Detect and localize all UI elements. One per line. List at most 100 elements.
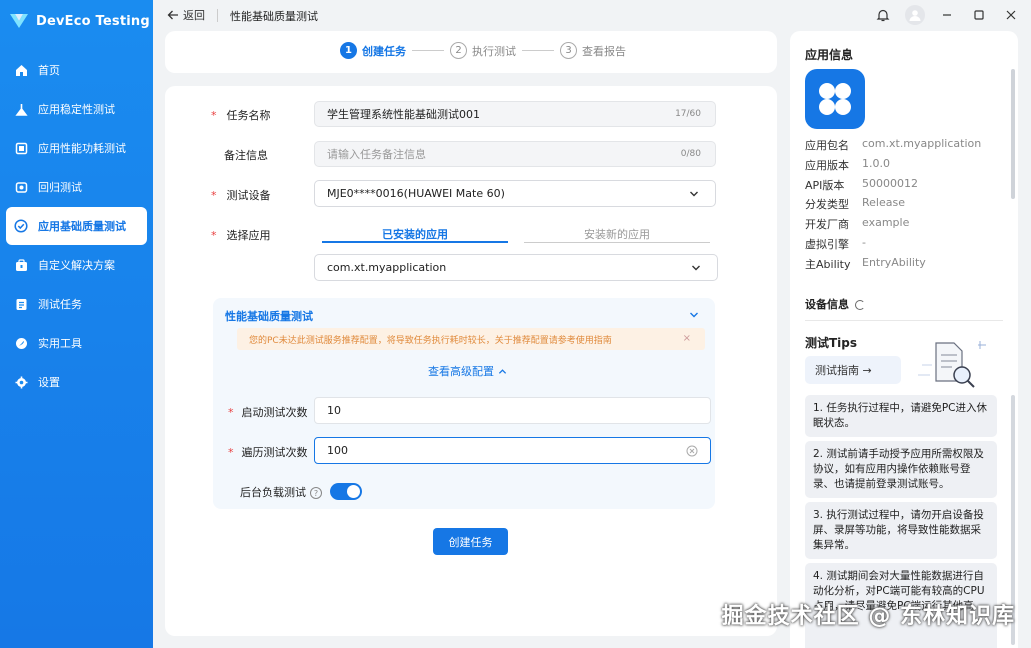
- label-text: 选择应用: [226, 229, 271, 242]
- sidebar-item-label: 回归测试: [38, 181, 82, 194]
- window-controls: [873, 5, 1021, 25]
- home-icon: [14, 63, 28, 77]
- info-row-vendor: 开发厂商 example: [805, 216, 909, 232]
- clover-icon: [819, 83, 851, 115]
- info-row-engine: 虚拟引擎 -: [805, 236, 866, 252]
- maximize-button[interactable]: [969, 5, 989, 25]
- label-text: 测试设备: [226, 189, 271, 202]
- tab-indicator: [524, 242, 710, 243]
- device-info-label: 设备信息: [805, 298, 849, 311]
- test-guide-button[interactable]: 测试指南 →: [805, 356, 901, 384]
- sidebar-item-quality[interactable]: 应用基础质量测试: [6, 207, 147, 245]
- sidebar-item-custom[interactable]: 自定义解决方案: [6, 246, 147, 284]
- minimize-button[interactable]: [937, 5, 957, 25]
- traverse-count-input[interactable]: 100: [314, 437, 711, 464]
- sidebar-item-stability[interactable]: 应用稳定性测试: [6, 90, 147, 128]
- info-row-package: 应用包名 com.xt.myapplication: [805, 137, 981, 153]
- maximize-icon: [974, 10, 984, 20]
- warning-text: 您的PC未达此测试服务推荐配置，将导致任务执行耗时较长，关于推荐配置请参考使用指…: [249, 335, 612, 346]
- info-value: 50000012: [862, 177, 918, 190]
- step-label: 执行测试: [472, 44, 516, 58]
- regression-icon: [14, 180, 28, 194]
- sidebar-item-label: 应用基础质量测试: [38, 220, 126, 233]
- back-button[interactable]: 返回: [167, 7, 205, 23]
- clear-icon[interactable]: [686, 445, 698, 457]
- app-info-title: 应用信息: [805, 48, 854, 62]
- app-select[interactable]: com.xt.myapplication: [314, 254, 718, 281]
- app-info-panel: 应用信息 应用包名 com.xt.myapplication 应用版本 1.0.0 …: [790, 31, 1018, 648]
- step-execute: 2 执行测试: [450, 42, 516, 59]
- label-text: 任务名称: [226, 109, 271, 122]
- tip-item: 1. 任务执行过程中，请避免PC进入休眠状态。: [805, 395, 997, 437]
- info-key: 开发厂商: [805, 218, 849, 231]
- stepper: 1 创建任务 2 执行测试 3 查看报告: [340, 42, 626, 59]
- info-key: 应用版本: [805, 159, 849, 172]
- remark-input[interactable]: 请输入任务备注信息 0/80: [314, 141, 716, 167]
- tip-item: 3. 执行测试过程中，请勿开启设备投屏、录屏等功能，将导致性能数据采集异常。: [805, 502, 997, 559]
- settings-icon: [14, 375, 28, 389]
- info-key: 主Ability: [805, 258, 851, 271]
- step-label: 查看报告: [582, 44, 626, 58]
- task-name-input[interactable]: 学生管理系统性能基础测试001 17/60: [314, 101, 716, 127]
- sidebar-item-label: 测试任务: [38, 298, 82, 311]
- traverse-count-label: * 遍历测试次数: [228, 444, 308, 460]
- remark-label: 备注信息: [224, 149, 268, 162]
- back-label: 返回: [183, 9, 205, 22]
- info-row-ability: 主Ability EntryAbility: [805, 256, 926, 272]
- sidebar-item-tasks[interactable]: 测试任务: [6, 285, 147, 323]
- sidebar-item-settings[interactable]: 设置: [6, 363, 147, 401]
- step-label: 创建任务: [362, 44, 406, 58]
- sidebar-item-home[interactable]: 首页: [6, 51, 147, 89]
- task-icon: [14, 297, 28, 311]
- device-value: MJE0****0016(HUAWEI Mate 60): [327, 187, 505, 200]
- traverse-count-value: 100: [327, 444, 348, 457]
- deveco-logo-icon: [10, 14, 28, 28]
- label-text: 后台负载测试: [240, 486, 306, 499]
- advanced-label: 查看高级配置: [428, 365, 494, 378]
- create-task-button[interactable]: 创建任务: [433, 528, 508, 555]
- background-load-toggle[interactable]: [330, 483, 362, 500]
- tab-install-new-app[interactable]: 安装新的应用: [524, 226, 710, 242]
- step-number: 3: [560, 42, 577, 59]
- bell-icon[interactable]: [873, 5, 893, 25]
- info-row-distribution: 分发类型 Release: [805, 196, 905, 212]
- sidebar-item-performance[interactable]: 应用性能功耗测试: [6, 129, 147, 167]
- advanced-config-toggle[interactable]: 查看高级配置: [428, 363, 507, 379]
- step-report: 3 查看报告: [560, 42, 626, 59]
- scrollbar-thumb[interactable]: [1011, 69, 1015, 199]
- avatar[interactable]: [905, 5, 925, 25]
- launch-count-input[interactable]: 10: [314, 397, 711, 424]
- step-connector: [412, 50, 444, 51]
- active-tab-indicator: [322, 241, 508, 243]
- toggle-knob: [347, 485, 360, 498]
- chevron-down-icon[interactable]: [689, 310, 699, 320]
- tips-title: 测试Tips: [805, 336, 858, 350]
- required-mark: *: [211, 189, 217, 202]
- step-number: 1: [340, 42, 357, 59]
- info-key: 应用包名: [805, 139, 849, 152]
- steps-card: 1 创建任务 2 执行测试 3 查看报告: [165, 31, 777, 73]
- info-key: API版本: [805, 179, 845, 192]
- step-connector: [522, 50, 554, 51]
- user-icon: [909, 10, 921, 21]
- step-number: 2: [450, 42, 467, 59]
- sidebar-item-regression[interactable]: 回归测试: [6, 168, 147, 206]
- warning-close-button[interactable]: ×: [683, 333, 691, 344]
- chevron-down-icon: [690, 191, 698, 197]
- required-mark: *: [228, 446, 234, 459]
- label-text: 启动测试次数: [241, 406, 308, 419]
- sidebar-item-tools[interactable]: 实用工具: [6, 324, 147, 362]
- device-select[interactable]: MJE0****0016(HUAWEI Mate 60): [314, 180, 716, 207]
- watermark: 掘金技术社区 @ 东林知识库: [721, 604, 1015, 629]
- sidebar-item-label: 首页: [38, 64, 60, 77]
- help-icon[interactable]: ?: [310, 487, 322, 499]
- tab-installed-apps[interactable]: 已安装的应用: [322, 226, 508, 242]
- sidebar: DevEco Testing 首页 应用稳定性测试 应用性能功耗测试 回归测试: [0, 0, 153, 648]
- task-name-label: * 任务名称: [211, 107, 271, 123]
- config-warning: 您的PC未达此测试服务推荐配置，将导致任务执行耗时较长，关于推荐配置请参考使用指…: [237, 328, 705, 350]
- close-window-button[interactable]: [1001, 5, 1021, 25]
- char-counter: 17/60: [675, 109, 701, 119]
- sidebar-item-label: 实用工具: [38, 337, 82, 350]
- quality-icon: [14, 219, 28, 233]
- device-info-title: 设备信息: [805, 296, 865, 312]
